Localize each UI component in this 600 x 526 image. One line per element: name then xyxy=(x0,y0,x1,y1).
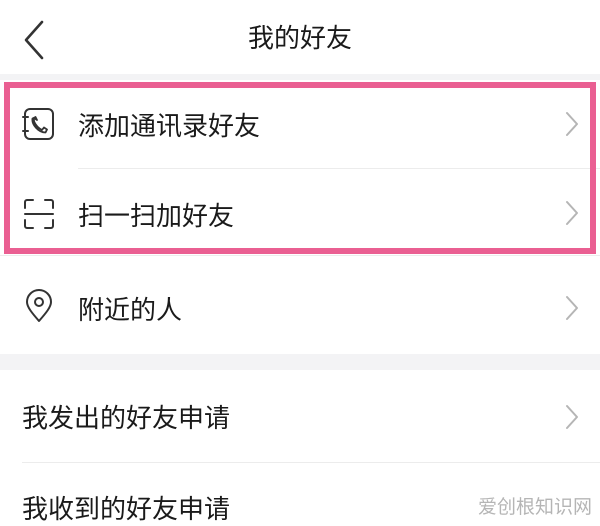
chevron-right-icon xyxy=(562,293,582,323)
scan-add-friends-item[interactable]: 扫一扫加好友 xyxy=(0,169,600,255)
chevron-right-icon xyxy=(562,109,582,139)
scan-add-friends-label: 扫一扫加好友 xyxy=(78,202,235,232)
page-title: 我的好友 xyxy=(247,24,352,54)
sent-friend-requests-label: 我发出的好友申请 xyxy=(22,404,231,434)
add-contacts-friends-item[interactable]: 添加通讯录好友 xyxy=(0,80,600,168)
nearby-people-item[interactable]: 附近的人 xyxy=(0,256,600,354)
section-separator xyxy=(0,354,600,370)
sent-friend-requests-item[interactable]: 我发出的好友申请 xyxy=(0,370,600,462)
chevron-right-icon xyxy=(562,402,582,432)
nearby-people-label: 附近的人 xyxy=(78,296,183,326)
add-contacts-friends-label: 添加通讯录好友 xyxy=(78,112,261,142)
chevron-left-icon xyxy=(24,20,44,60)
back-button[interactable] xyxy=(14,18,54,62)
location-pin-icon xyxy=(22,289,56,323)
header-bar: 我的好友 xyxy=(0,0,600,78)
received-friend-requests-item[interactable]: 我收到的好友申请 xyxy=(0,463,600,525)
chevron-right-icon xyxy=(562,198,582,228)
contacts-phone-icon xyxy=(22,107,56,141)
received-friend-requests-label: 我收到的好友申请 xyxy=(22,495,231,525)
scan-icon xyxy=(22,197,56,231)
